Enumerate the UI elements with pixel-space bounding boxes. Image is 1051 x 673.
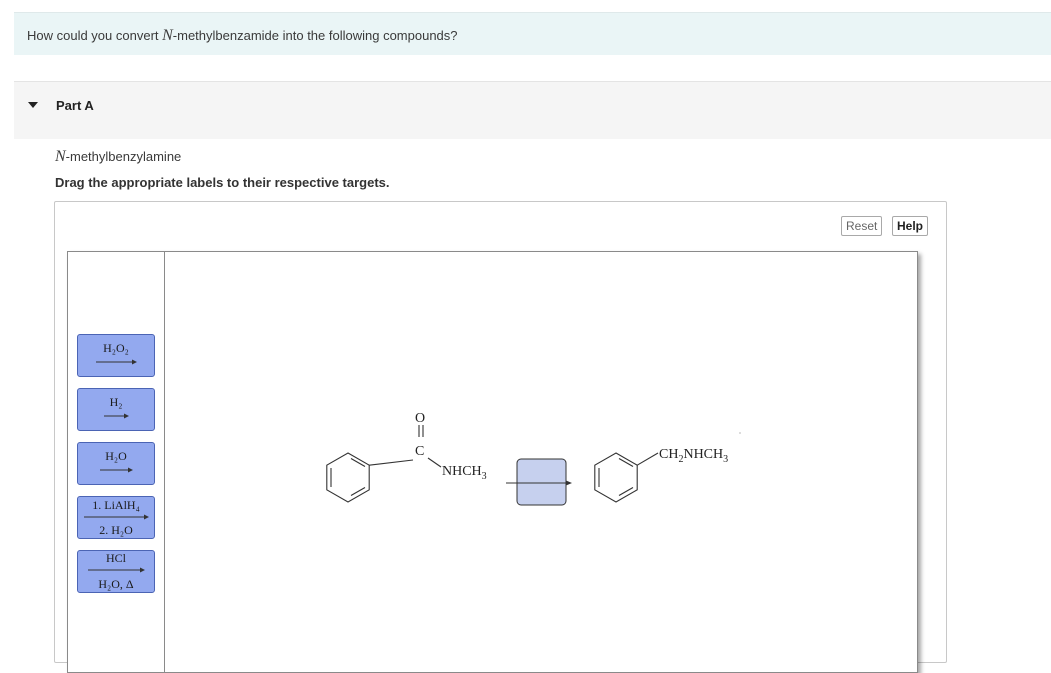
stray-dot bbox=[739, 432, 741, 434]
instruction-text: Drag the appropriate labels to their res… bbox=[55, 175, 390, 190]
reactant-structure bbox=[326, 425, 442, 503]
question-suffix: -methylbenzamide into the following comp… bbox=[172, 28, 458, 43]
help-button[interactable]: Help bbox=[892, 216, 929, 236]
drop-target[interactable] bbox=[516, 458, 567, 506]
question-prefix: How could you convert bbox=[27, 28, 163, 43]
question-text: How could you convert N-methylbenzamide … bbox=[27, 27, 458, 45]
question-banner: How could you convert N-methylbenzamide … bbox=[14, 12, 1051, 55]
target-italic: N bbox=[55, 148, 66, 165]
reaction-scheme: O C NHCH3 CH2NHCH3 bbox=[326, 411, 741, 506]
drag-drop-workspace: Reset Help H₂O₂ H₂ H₂O 1. LiAlH₄ 2. H₂O … bbox=[54, 201, 947, 673]
oxygen-label: O bbox=[415, 411, 425, 426]
drawing-canvas: H₂O₂ H₂ H₂O 1. LiAlH₄ 2. H₂O HCl H₂O, Δ … bbox=[67, 251, 918, 673]
product-structure bbox=[594, 452, 659, 503]
part-a-header[interactable]: Part A bbox=[14, 81, 1051, 139]
target-compound-name: N-methylbenzylamine bbox=[55, 148, 181, 166]
carbon-label: C bbox=[415, 444, 424, 459]
question-italic: N bbox=[162, 27, 173, 44]
target-suffix: -methylbenzylamine bbox=[65, 149, 182, 164]
reset-button[interactable]: Reset bbox=[841, 216, 883, 236]
arrow-head-icon bbox=[566, 480, 572, 486]
part-title[interactable]: Part A bbox=[56, 98, 94, 113]
ch2nhch3-label: CH2NHCH3 bbox=[659, 447, 728, 465]
caret-down-icon[interactable] bbox=[28, 102, 38, 108]
nhch3-label: NHCH3 bbox=[442, 464, 487, 482]
